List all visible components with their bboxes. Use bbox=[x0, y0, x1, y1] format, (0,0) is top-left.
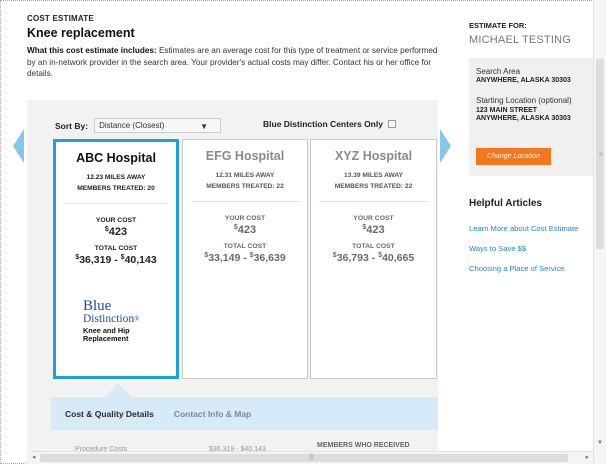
hospital-card-xyz[interactable]: XYZ Hospital 13.39 MILES AWAY MEMBERS TR… bbox=[310, 139, 437, 379]
range-separator: - bbox=[240, 252, 250, 264]
bd-logo-word: Distinction bbox=[83, 313, 135, 325]
scroll-left-arrow-icon[interactable]: ◂ bbox=[32, 453, 36, 461]
results-panel: Sort By: Distance (Closest) ▼ Blue Disti… bbox=[27, 100, 438, 464]
vertical-scroll-thumb[interactable]: ≡ bbox=[596, 59, 604, 249]
total-cost-range: $33,149 - $36,639 bbox=[183, 252, 307, 264]
total-cost-label: TOTAL COST bbox=[94, 245, 138, 252]
range-separator: - bbox=[111, 254, 121, 266]
change-location-button[interactable]: Change Location bbox=[476, 148, 551, 165]
starting-location-line1: 123 MAIN STREET bbox=[476, 107, 538, 114]
scroll-right-arrow-icon[interactable]: ▸ bbox=[585, 453, 589, 461]
total-cost-high: 36,639 bbox=[253, 252, 286, 264]
bd-logo-line4: Replacement bbox=[83, 334, 129, 343]
helpful-links: Learn More about Cost Estimate Ways to S… bbox=[469, 224, 578, 284]
hospital-name: ABC Hospital bbox=[76, 151, 156, 165]
sort-bar: Sort By: Distance (Closest) ▼ bbox=[55, 118, 222, 133]
hospital-name: XYZ Hospital bbox=[334, 149, 413, 163]
horizontal-scrollbar[interactable]: ◂ ||| ▸ bbox=[30, 451, 593, 464]
grip-icon: ≡ bbox=[599, 152, 603, 158]
hospital-card-efg[interactable]: EFG Hospital 12.31 MILES AWAY MEMBERS TR… bbox=[182, 139, 308, 379]
estimate-header: COST ESTIMATE Knee replacement What this… bbox=[27, 14, 450, 80]
tab-cost-quality[interactable]: Cost & Quality Details bbox=[65, 409, 154, 419]
members-treated: MEMBERS TREATED: 22 bbox=[334, 183, 413, 190]
members-treated: MEMBERS TREATED: 22 bbox=[206, 183, 284, 190]
estimate-description: What this cost estimate includes: Estima… bbox=[27, 45, 446, 80]
link-ways-to-save[interactable]: Ways to Save $$ bbox=[469, 244, 578, 253]
helpful-articles-title: Helpful Articles bbox=[469, 198, 542, 209]
hospital-distance: 13.39 MILES AWAY bbox=[344, 172, 403, 179]
scroll-down-arrow-icon[interactable]: ▼ bbox=[597, 440, 603, 446]
tab-contact-map[interactable]: Contact Info & Map bbox=[174, 409, 251, 419]
your-cost-amount: 423 bbox=[237, 224, 257, 236]
your-cost-value: $423 bbox=[311, 224, 436, 236]
search-area-value: ANYWHERE, ALASKA 30303 bbox=[476, 77, 571, 84]
your-cost-label: YOUR COST bbox=[224, 215, 266, 222]
members-treated: MEMBERS TREATED: 20 bbox=[77, 185, 155, 192]
description-lead: What this cost estimate includes: bbox=[27, 46, 157, 55]
bdc-filter-label: Blue Distinction Centers Only bbox=[263, 119, 383, 129]
estimate-for: ESTIMATE FOR: MICHAEL TESTING bbox=[469, 21, 606, 46]
search-area-label: Search Area bbox=[476, 67, 521, 76]
total-cost-label: TOTAL COST bbox=[352, 243, 395, 250]
hospital-distance: 12.23 MILES AWAY bbox=[86, 174, 146, 181]
location-box: Search Area ANYWHERE, ALASKA 30303 Start… bbox=[469, 58, 606, 176]
carousel-next-arrow-icon[interactable] bbox=[440, 129, 451, 163]
total-cost-low: 33,149 bbox=[208, 252, 241, 264]
blue-distinction-logo: Blue Distinction® Knee and Hip Replaceme… bbox=[83, 299, 139, 343]
hospital-distance: 12.31 MILES AWAY bbox=[215, 172, 275, 179]
members-received-label: MEMBERS WHO RECEIVED bbox=[317, 442, 410, 449]
estimate-for-label: ESTIMATE FOR: bbox=[469, 21, 527, 30]
eyebrow-label: COST ESTIMATE bbox=[27, 14, 94, 23]
starting-location-label: Starting Location (optional) bbox=[476, 96, 572, 105]
hospital-card-abc[interactable]: ABC Hospital 12.23 MILES AWAY MEMBERS TR… bbox=[53, 139, 179, 379]
blue-distinction-filter[interactable]: Blue Distinction Centers Only bbox=[263, 119, 396, 129]
your-cost-amount: 423 bbox=[108, 226, 128, 238]
carousel-prev-arrow-icon[interactable] bbox=[13, 129, 24, 163]
link-learn-more[interactable]: Learn More about Cost Estimate bbox=[469, 224, 578, 233]
divider bbox=[319, 201, 428, 202]
bd-logo-line2: Distinction® bbox=[83, 313, 139, 325]
bdc-checkbox[interactable] bbox=[387, 120, 396, 128]
registered-mark: ® bbox=[134, 315, 140, 323]
member-name: MICHAEL TESTING bbox=[469, 34, 572, 46]
total-cost-label: TOTAL COST bbox=[223, 243, 267, 250]
bd-logo-line1: Blue bbox=[83, 298, 112, 314]
hospital-name: EFG Hospital bbox=[205, 149, 285, 163]
chevron-down-icon: ▼ bbox=[200, 122, 209, 131]
your-cost-label: YOUR COST bbox=[95, 217, 137, 224]
divider bbox=[64, 203, 168, 204]
total-cost-high: 40,665 bbox=[382, 252, 415, 264]
selected-card-pointer bbox=[105, 383, 131, 397]
grip-icon: ||| bbox=[309, 454, 314, 460]
total-cost-range: $36,793 - $40,665 bbox=[311, 252, 436, 264]
your-cost-amount: 423 bbox=[366, 224, 385, 236]
your-cost-value: $423 bbox=[56, 226, 176, 238]
sort-value: Distance (Closest) bbox=[99, 121, 165, 130]
horizontal-scroll-thumb[interactable]: ||| bbox=[40, 454, 568, 462]
your-cost-value: $423 bbox=[183, 224, 307, 236]
detail-tabs: Cost & Quality Details Contact Info & Ma… bbox=[51, 397, 438, 430]
vertical-scrollbar[interactable]: ≡ ▼ bbox=[593, 0, 606, 464]
divider bbox=[191, 201, 299, 202]
sort-label: Sort By: bbox=[55, 120, 89, 131]
total-cost-high: 40,143 bbox=[124, 254, 157, 266]
range-separator: - bbox=[368, 252, 379, 264]
total-cost-low: 36,793 bbox=[336, 252, 369, 264]
total-cost-range: $36,319 - $40,143 bbox=[56, 254, 176, 266]
link-choosing-place[interactable]: Choosing a Place of Service bbox=[469, 264, 578, 273]
starting-location-line2: ANYWHERE, ALASKA 30303 bbox=[476, 115, 571, 122]
page-title: Knee replacement bbox=[27, 26, 135, 40]
total-cost-low: 36,319 bbox=[79, 254, 112, 266]
sort-select[interactable]: Distance (Closest) ▼ bbox=[94, 118, 222, 133]
your-cost-label: YOUR COST bbox=[353, 215, 394, 222]
